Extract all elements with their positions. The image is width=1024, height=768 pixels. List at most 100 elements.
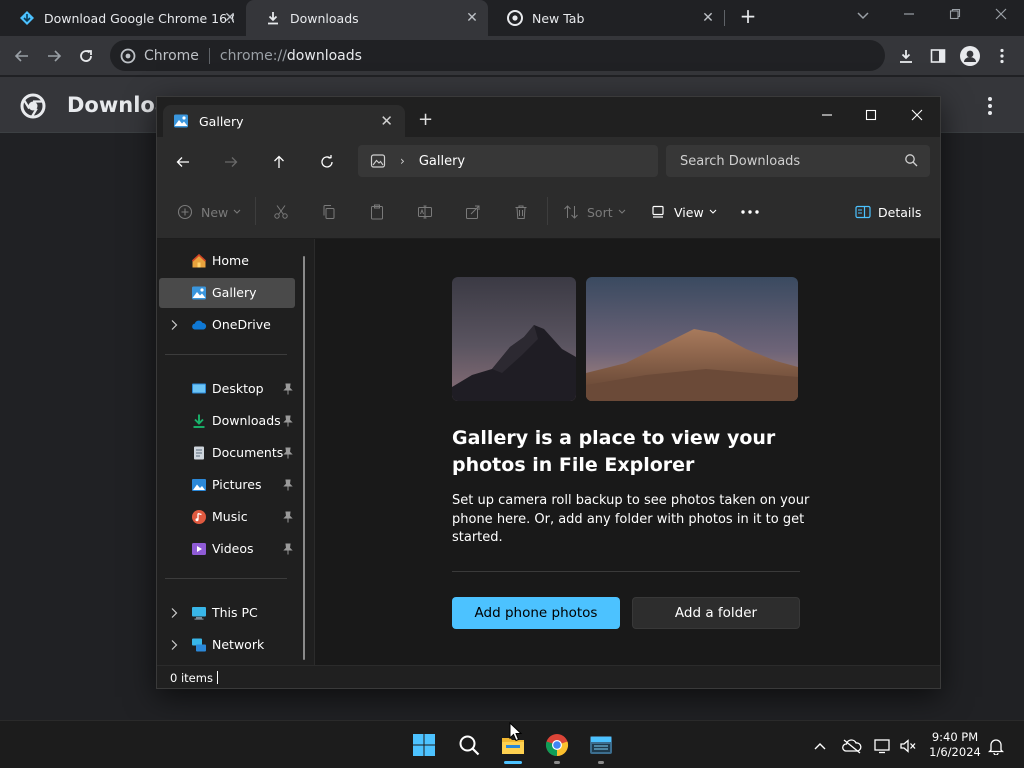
see-more-button[interactable] <box>741 202 759 222</box>
add-phone-photos-button[interactable]: Add phone photos <box>452 597 620 629</box>
pin-icon[interactable] <box>283 383 293 395</box>
profile-avatar-icon[interactable] <box>958 44 982 68</box>
close-tab-icon[interactable]: ✕ <box>222 10 238 26</box>
new-tab-button[interactable]: + <box>737 6 759 28</box>
pin-icon[interactable] <box>283 511 293 523</box>
copy-icon <box>323 205 335 219</box>
back-arrow-icon[interactable] <box>171 150 195 174</box>
gallery-description: Set up camera roll backup to see photos … <box>452 493 810 545</box>
sidebar-item-label: OneDrive <box>212 317 271 332</box>
minimize-icon[interactable] <box>894 4 924 28</box>
explorer-tab-gallery[interactable]: Gallery ✕ <box>163 105 405 137</box>
sidebar-item-this-pc[interactable]: This PC <box>159 598 295 628</box>
network-icon <box>192 638 206 652</box>
delete-button[interactable] <box>513 202 529 222</box>
breadcrumb-gallery[interactable]: Gallery <box>419 154 465 169</box>
running-app-indicator <box>554 761 560 764</box>
volume-muted-icon[interactable] <box>898 736 918 756</box>
sidebar-item-downloads[interactable]: Downloads <box>159 406 295 436</box>
close-window-icon[interactable] <box>899 102 935 132</box>
sidebar-item-pictures[interactable]: Pictures <box>159 470 295 500</box>
cut-button[interactable] <box>273 202 289 222</box>
sidebar-item-label: This PC <box>212 605 258 620</box>
rename-button[interactable] <box>417 202 433 222</box>
close-tab-icon[interactable]: ✕ <box>380 112 393 130</box>
chevron-right-icon[interactable] <box>170 319 178 331</box>
sort-label: Sort <box>587 204 613 220</box>
view-label: View <box>674 204 704 220</box>
network-status-icon[interactable] <box>873 736 893 756</box>
sidebar-item-documents[interactable]: Documents <box>159 438 295 468</box>
start-button[interactable] <box>410 731 438 759</box>
new-button[interactable]: New <box>177 202 241 222</box>
site-chip-label: Chrome <box>144 47 199 64</box>
keyboard-window-icon <box>590 736 612 754</box>
chrome-tab-downloads[interactable]: Downloads ✕ <box>246 0 488 36</box>
chrome-tab-download-chrome[interactable]: Download Google Chrome 16.0.9 ✕ <box>0 0 246 36</box>
new-tab-button[interactable]: + <box>418 109 433 130</box>
copy-button[interactable] <box>321 202 337 222</box>
close-tab-icon[interactable]: ✕ <box>464 10 480 26</box>
side-panel-icon[interactable] <box>926 44 950 68</box>
details-pane-button[interactable]: Details <box>855 202 921 222</box>
chrome-tab-new-tab[interactable]: New Tab ✕ <box>488 0 724 36</box>
search-input[interactable]: Search Downloads <box>666 145 930 177</box>
sidebar-item-music[interactable]: Music <box>159 502 295 532</box>
gallery-heading: Gallery is a place to view your photos i… <box>452 427 776 476</box>
view-icon <box>652 205 664 218</box>
sidebar-item-videos[interactable]: Videos <box>159 534 295 564</box>
desktop-icon <box>192 383 206 394</box>
sidebar-item-desktop[interactable]: Desktop <box>159 374 295 404</box>
active-app-indicator <box>504 761 522 764</box>
sidebar-item-label: Documents <box>212 445 284 460</box>
taskbar-remote-app[interactable] <box>587 731 615 759</box>
taskbar-chrome[interactable] <box>543 731 571 759</box>
pictures-icon <box>192 479 206 491</box>
search-placeholder: Search Downloads <box>680 153 801 169</box>
cut-icon <box>274 205 288 219</box>
file-explorer-window: Gallery ✕ + › Gallery Search Downloads N… <box>156 96 941 689</box>
view-button[interactable]: View <box>651 202 717 222</box>
sidebar-item-gallery[interactable]: Gallery <box>159 278 295 308</box>
breadcrumb-chevron-icon[interactable]: › <box>400 154 405 168</box>
paste-button[interactable] <box>369 202 385 222</box>
refresh-icon[interactable] <box>315 150 339 174</box>
forward-arrow-icon[interactable] <box>42 44 66 68</box>
downloads-icon[interactable] <box>894 44 918 68</box>
sort-button[interactable]: Sort <box>563 202 626 222</box>
sidebar-item-onedrive[interactable]: OneDrive <box>159 310 295 340</box>
sidebar-item-label: Downloads <box>212 413 281 428</box>
explorer-address-bar[interactable]: › Gallery <box>358 145 658 177</box>
notification-bell-icon[interactable] <box>986 736 1006 756</box>
close-tab-icon[interactable]: ✕ <box>700 10 716 26</box>
chevron-right-icon[interactable] <box>170 607 178 619</box>
onedrive-offline-icon[interactable] <box>842 736 862 756</box>
page-menu-icon[interactable] <box>983 94 997 118</box>
add-folder-button[interactable]: Add a folder <box>632 597 800 629</box>
pin-icon[interactable] <box>283 543 293 555</box>
pin-icon[interactable] <box>283 447 293 459</box>
sidebar-item-home[interactable]: Home <box>159 246 295 276</box>
forward-arrow-icon[interactable] <box>219 150 243 174</box>
minimize-icon[interactable] <box>809 102 845 132</box>
address-bar[interactable]: Chrome chrome:// downloads <box>110 40 885 71</box>
chevron-down-icon <box>618 209 626 214</box>
status-divider <box>217 671 218 684</box>
pin-icon[interactable] <box>283 415 293 427</box>
taskbar-search-button[interactable] <box>455 731 483 759</box>
share-button[interactable] <box>465 202 481 222</box>
chevron-right-icon[interactable] <box>170 639 178 651</box>
tab-search-chevron-icon[interactable] <box>848 4 878 28</box>
sidebar-scrollbar[interactable] <box>303 256 305 660</box>
close-window-icon[interactable] <box>986 4 1016 28</box>
pin-icon[interactable] <box>283 479 293 491</box>
more-menu-icon[interactable] <box>990 44 1014 68</box>
maximize-icon[interactable] <box>853 102 889 132</box>
system-clock[interactable]: 9:40 PM 1/6/2024 <box>925 730 985 760</box>
back-arrow-icon[interactable] <box>10 44 34 68</box>
restore-icon[interactable] <box>940 4 970 28</box>
sidebar-item-network[interactable]: Network <box>159 630 295 660</box>
up-arrow-icon[interactable] <box>267 150 291 174</box>
reload-icon[interactable] <box>74 44 98 68</box>
show-hidden-icons-chevron-icon[interactable] <box>810 736 830 756</box>
